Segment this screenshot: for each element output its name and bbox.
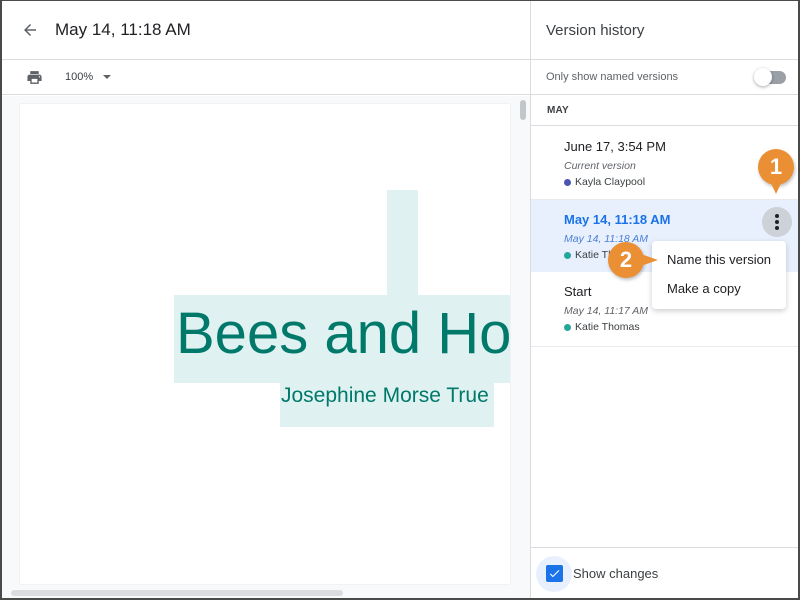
named-versions-toggle[interactable] bbox=[754, 68, 786, 86]
print-button[interactable] bbox=[26, 68, 44, 86]
user-name: Katie Thomas bbox=[575, 321, 640, 333]
print-icon bbox=[27, 70, 42, 84]
show-changes-label: Show changes bbox=[573, 566, 659, 581]
checkbox-checked bbox=[545, 565, 563, 582]
document-page: Bees and Hor Josephine Morse True bbox=[20, 104, 510, 584]
menu-item-make-copy[interactable]: Make a copy bbox=[652, 274, 786, 303]
show-changes-checkbox[interactable] bbox=[536, 555, 572, 592]
show-changes-bar: Show changes bbox=[531, 547, 798, 598]
panel-title: Version history bbox=[531, 1, 798, 60]
menu-item-name-version[interactable]: Name this version bbox=[652, 245, 786, 274]
vertical-scrollbar[interactable] bbox=[520, 100, 526, 120]
version-item-user: Katie Thomas bbox=[564, 321, 798, 333]
document-canvas: Bees and Hor Josephine Morse True bbox=[2, 96, 530, 598]
arrow-back-icon bbox=[24, 24, 36, 36]
toggle-knob bbox=[754, 68, 772, 86]
document-subtitle: Josephine Morse True bbox=[281, 384, 489, 407]
horizontal-scrollbar[interactable] bbox=[11, 590, 343, 596]
more-vert-icon bbox=[775, 214, 779, 218]
user-color-dot bbox=[564, 251, 571, 259]
filter-label: Only show named versions bbox=[546, 71, 679, 83]
user-color-dot bbox=[564, 323, 571, 331]
window: May 14, 11:18 AM 100% Bees and Hor Josep… bbox=[0, 0, 800, 600]
document-pane: May 14, 11:18 AM 100% Bees and Hor Josep… bbox=[2, 1, 530, 598]
toolbar: 100% bbox=[2, 60, 530, 95]
version-context-menu: Name this version Make a copy bbox=[652, 241, 786, 309]
chevron-down-icon bbox=[103, 75, 112, 79]
more-actions-button[interactable] bbox=[762, 207, 792, 237]
step-callout-1: 1 bbox=[758, 149, 794, 194]
back-button[interactable] bbox=[18, 18, 42, 42]
top-bar: May 14, 11:18 AM bbox=[2, 1, 530, 60]
zoom-level: 100% bbox=[65, 71, 94, 83]
document-heading: Bees and Hor bbox=[176, 301, 510, 366]
user-name: Kayla Claypool bbox=[575, 176, 646, 188]
version-title: May 14, 11:18 AM bbox=[55, 20, 191, 39]
step-callout-2: 2 bbox=[608, 242, 658, 278]
month-header: MAY bbox=[531, 95, 798, 126]
highlight-shape bbox=[387, 190, 418, 296]
check-icon bbox=[549, 570, 559, 578]
user-color-dot bbox=[564, 178, 571, 186]
named-versions-filter: Only show named versions bbox=[531, 60, 798, 95]
zoom-dropdown[interactable]: 100% bbox=[65, 71, 112, 83]
